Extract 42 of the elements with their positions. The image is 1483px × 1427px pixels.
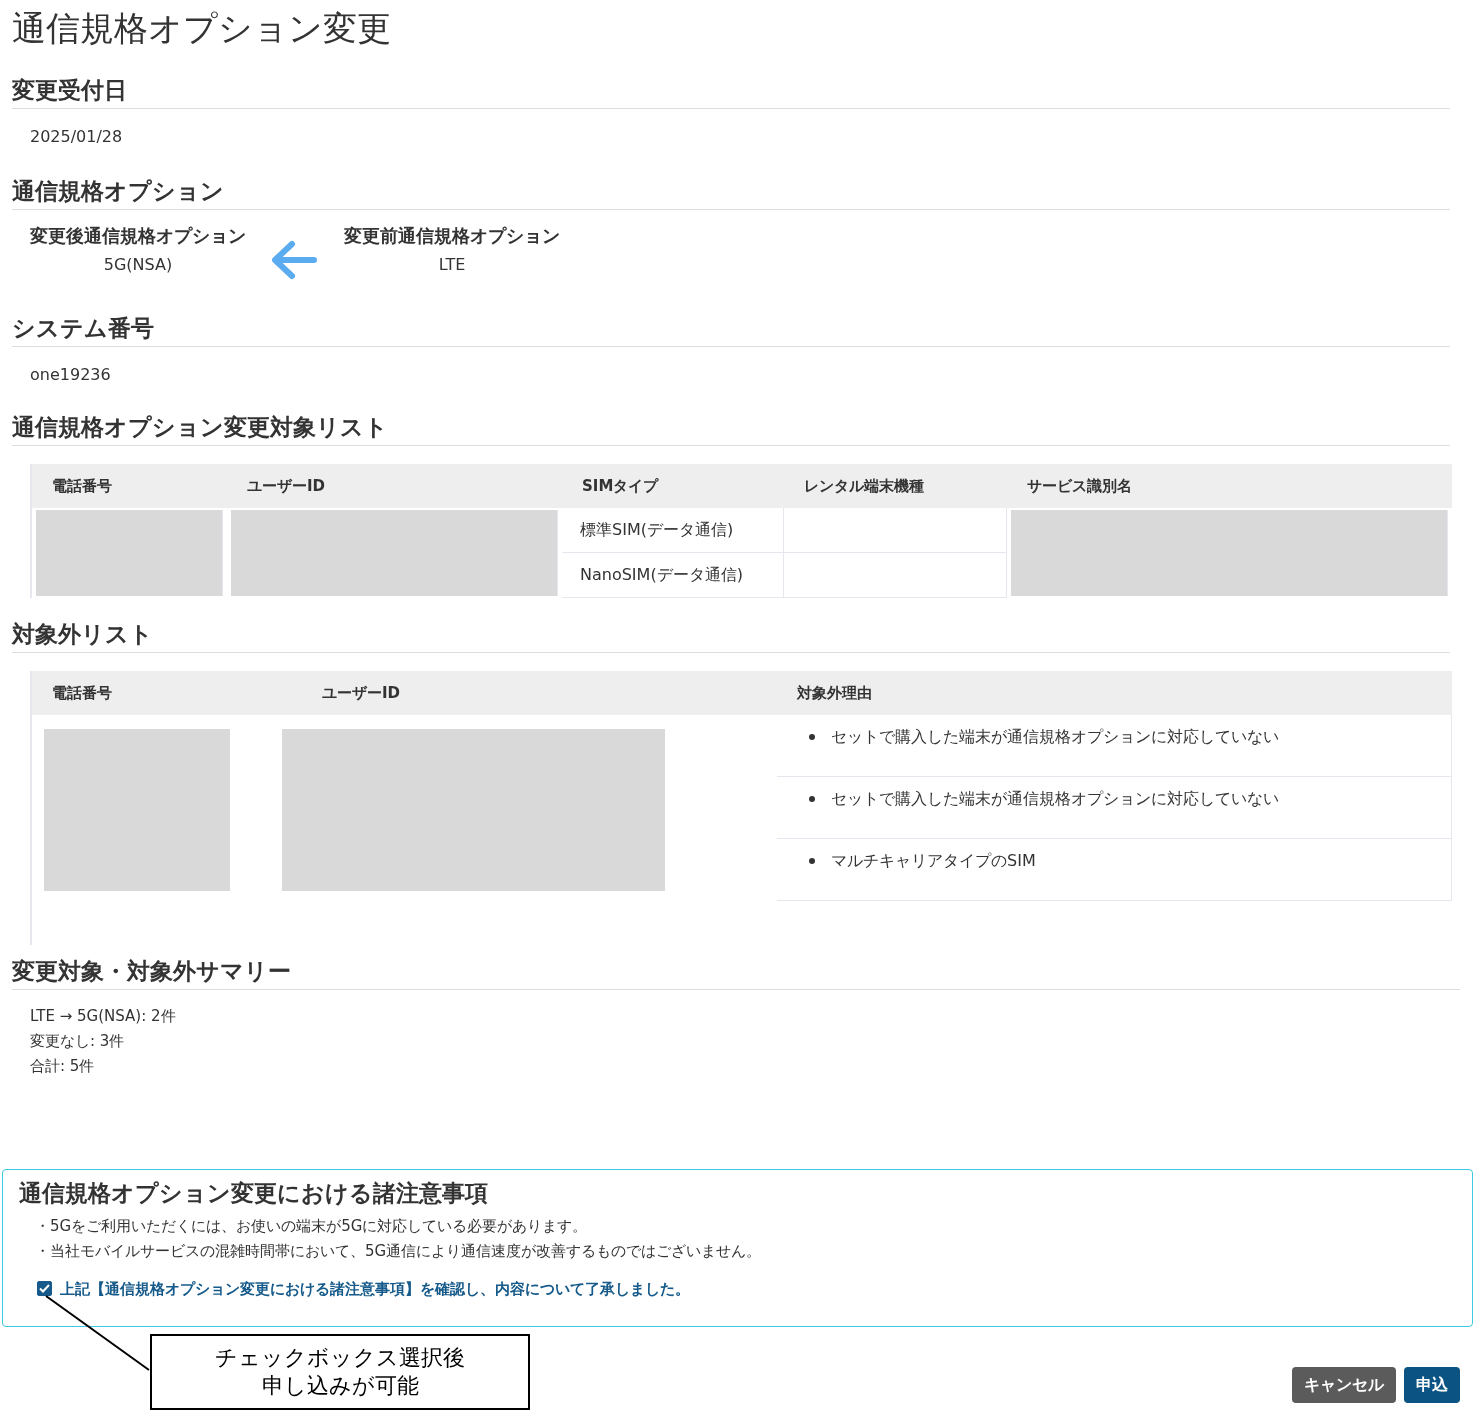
checkbox[interactable] [37,1281,52,1297]
section-heading: システム番号 [12,312,1450,347]
notice-text: ・5Gをご利用いただくには、お使いの端末が5Gに対応している必要があります。 [34,1215,589,1237]
option-value: 5G(NSA) [103,254,173,276]
bullet-icon [809,858,815,864]
system-number: one19236 [29,364,112,386]
agreement-label: 上記【通信規格オプション変更における諸注意事項】を確認し、内容について了承しました。 [60,1278,690,1300]
section-heading: 通信規格オプション変更対象リスト [12,411,1450,446]
column-header: 電話番号 [32,464,227,508]
table-cell: NanoSIM(データ通信) [562,553,784,598]
summary-line: 合計: 5件 [30,1056,96,1077]
column-header: ユーザーID [302,671,777,715]
column-header: レンタル端末機種 [784,464,1007,508]
exclusion-reason: セットで購入した端末が通信規格オプションに対応していない [831,726,1279,748]
reception-date: 2025/01/28 [29,126,124,148]
table-cell: 標準SIM(データ通信) [562,508,784,553]
bullet-icon [809,734,815,740]
option-label: 変更後通信規格オプション [30,224,246,248]
option-label: 変更前通信規格オプション [344,224,560,248]
section-heading: 変更対象・対象外サマリー [12,955,1460,990]
notice-heading: 通信規格オプション変更における諸注意事項 [19,1180,489,1208]
left-arrow-icon [270,240,318,280]
exclusion-reason: マルチキャリアタイプのSIM [831,850,1036,872]
page-title: 通信規格オプション変更 [12,7,392,50]
callout-text: 申し込みが可能 [260,1372,420,1400]
summary-line: LTE → 5G(NSA): 2件 [30,1006,177,1027]
cancel-button[interactable]: キャンセル [1292,1367,1396,1404]
apply-button[interactable]: 申込 [1404,1367,1460,1404]
exclusion-reason: セットで購入した端末が通信規格オプションに対応していない [831,788,1279,810]
column-header: サービス識別名 [1007,464,1452,508]
bullet-icon [809,796,815,802]
section-heading: 変更受付日 [12,74,1450,109]
option-value: LTE [438,254,466,276]
column-header: ユーザーID [227,464,562,508]
column-header: 対象外理由 [777,671,1452,715]
summary-line: 変更なし: 3件 [30,1031,126,1052]
callout-text: チェックボックス選択後 [214,1344,466,1372]
section-heading: 通信規格オプション [12,175,1450,210]
column-header: SIMタイプ [562,464,784,508]
notice-text: ・当社モバイルサービスの混雑時間帯において、5G通信により通信速度が改善するものではございません。 [34,1240,763,1262]
section-heading: 対象外リスト [12,618,1450,653]
column-header: 電話番号 [32,671,302,715]
